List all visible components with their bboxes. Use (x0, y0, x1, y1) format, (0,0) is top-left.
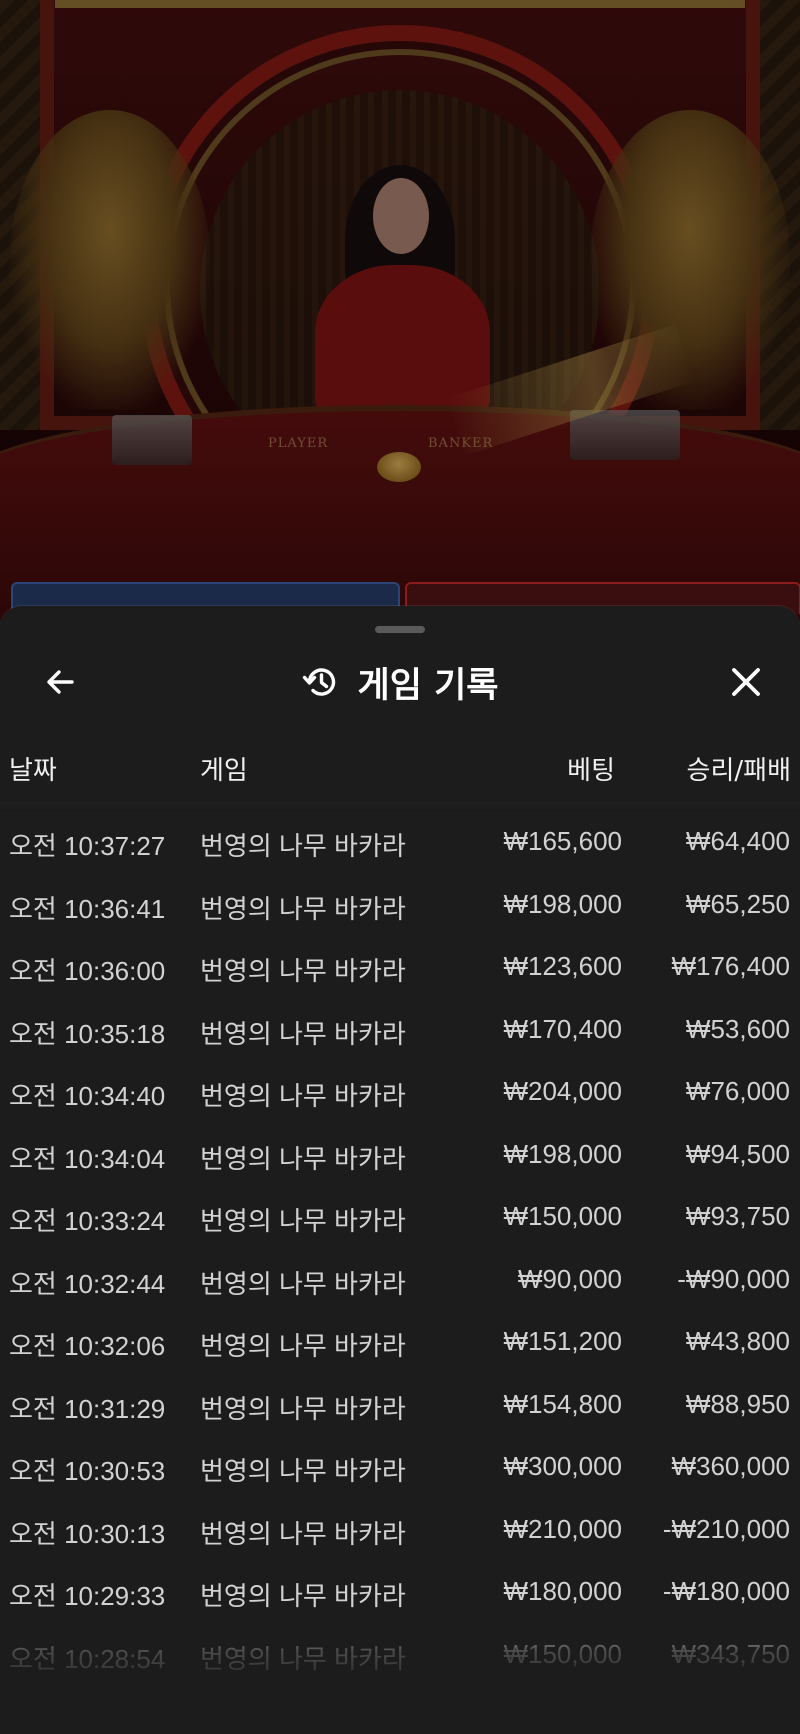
row-game: 번영의 나무 바카라 (200, 893, 406, 924)
history-row[interactable]: 오전 10:33:24 번영의 나무 바카라 ₩150,000 ₩93,750 (0, 1187, 800, 1249)
row-time: 오전 10:34:40 (9, 1081, 166, 1111)
row-bet: ₩198,000 (503, 888, 622, 919)
sheet-drag-handle[interactable] (375, 626, 425, 633)
row-time: 오전 10:35:18 (9, 1018, 166, 1049)
row-result: -₩90,000 (677, 1263, 790, 1294)
row-result: ₩343,750 (671, 1638, 790, 1669)
table-header: 날짜 게임 베팅 승리/패배 (0, 736, 800, 796)
row-game: 번영의 나무 바카라 (200, 1206, 406, 1236)
row-game: 번영의 나무 바카라 (200, 1393, 406, 1424)
row-time: 오전 10:31:29 (9, 1393, 166, 1424)
history-row[interactable]: 오전 10:34:04 번영의 나무 바카라 ₩198,000 ₩94,500 (0, 1125, 800, 1187)
row-result: ₩360,000 (671, 1451, 790, 1481)
row-time: 오전 10:36:00 (9, 956, 166, 986)
title-group: 게임 기록 (0, 654, 800, 710)
column-header-game[interactable]: 게임 (200, 750, 248, 787)
row-result: -₩180,000 (662, 1576, 790, 1606)
row-result: -₩210,000 (662, 1513, 790, 1544)
row-game: 번영의 나무 바카라 (200, 1081, 406, 1111)
column-header-date[interactable]: 날짜 (9, 750, 57, 787)
row-time: 오전 10:33:24 (9, 1206, 166, 1236)
row-time: 오전 10:30:13 (9, 1518, 166, 1549)
row-game: 번영의 나무 바카라 (200, 1456, 406, 1486)
row-bet: ₩210,000 (503, 1513, 622, 1544)
row-time: 오전 10:34:04 (9, 1143, 166, 1174)
row-result: ₩53,600 (685, 1013, 790, 1044)
row-result: ₩94,500 (685, 1138, 790, 1169)
row-game: 번영의 나무 바카라 (200, 1143, 406, 1174)
row-game: 번영의 나무 바카라 (200, 956, 406, 986)
row-game: 번영의 나무 바카라 (200, 1268, 406, 1299)
history-list: 오전 10:37:27 번영의 나무 바카라 ₩165,600 ₩64,400 … (0, 812, 800, 1692)
close-icon (732, 668, 760, 696)
row-result: ₩93,750 (685, 1201, 790, 1231)
row-time: 오전 10:28:54 (9, 1643, 166, 1674)
close-button[interactable] (714, 654, 778, 710)
row-game: 번영의 나무 바카라 (200, 1581, 406, 1611)
row-time: 오전 10:30:53 (9, 1456, 166, 1486)
history-row[interactable]: 오전 10:36:00 번영의 나무 바카라 ₩123,600 ₩176,400 (0, 937, 800, 999)
row-bet: ₩170,400 (503, 1013, 622, 1044)
row-bet: ₩154,800 (503, 1388, 622, 1419)
row-result: ₩64,400 (685, 826, 790, 856)
video-dim-overlay (0, 0, 800, 620)
history-row[interactable]: 오전 10:37:27 번영의 나무 바카라 ₩165,600 ₩64,400 (0, 812, 800, 874)
row-bet: ₩123,600 (503, 951, 622, 981)
history-row[interactable]: 오전 10:31:29 번영의 나무 바카라 ₩154,800 ₩88,950 (0, 1375, 800, 1437)
row-game: 번영의 나무 바카라 (200, 1518, 406, 1549)
row-bet: ₩150,000 (503, 1638, 622, 1669)
row-result: ₩65,250 (685, 888, 790, 919)
row-bet: ₩150,000 (503, 1201, 622, 1231)
history-row[interactable]: 오전 10:30:53 번영의 나무 바카라 ₩300,000 ₩360,000 (0, 1437, 800, 1499)
row-game: 번영의 나무 바카라 (200, 831, 406, 861)
history-row[interactable]: 오전 10:28:54 번영의 나무 바카라 ₩150,000 ₩343,750 (0, 1625, 800, 1687)
header-divider (0, 802, 800, 812)
row-bet: ₩90,000 (517, 1263, 622, 1294)
row-result: ₩43,800 (685, 1326, 790, 1356)
row-game: 번영의 나무 바카라 (200, 1331, 406, 1361)
sheet-title: 게임 기록 (357, 665, 499, 706)
row-result: ₩88,950 (685, 1388, 790, 1419)
history-row[interactable]: 오전 10:30:13 번영의 나무 바카라 ₩210,000 -₩210,00… (0, 1500, 800, 1562)
history-icon (302, 668, 335, 696)
row-bet: ₩180,000 (503, 1576, 622, 1606)
row-game: 번영의 나무 바카라 (200, 1018, 406, 1049)
row-result: ₩176,400 (671, 951, 790, 981)
game-screen: PLAYER BANKER 게임 기록 (0, 0, 800, 1734)
history-row[interactable]: 오전 10:34:40 번영의 나무 바카라 ₩204,000 ₩76,000 (0, 1062, 800, 1124)
live-dealer-video: PLAYER BANKER (0, 0, 800, 620)
history-row[interactable]: 오전 10:35:18 번영의 나무 바카라 ₩170,400 ₩53,600 (0, 1000, 800, 1062)
row-bet: ₩165,600 (503, 826, 622, 856)
sheet-header: 게임 기록 (0, 646, 800, 714)
row-game: 번영의 나무 바카라 (200, 1643, 406, 1674)
game-history-sheet: 게임 기록 날짜 게임 베팅 승리/패배 오전 10:37:27 번영의 나무 … (0, 606, 800, 1734)
history-row[interactable]: 오전 10:32:06 번영의 나무 바카라 ₩151,200 ₩43,800 (0, 1312, 800, 1374)
column-header-result[interactable]: 승리/패배 (687, 750, 791, 787)
row-bet: ₩151,200 (503, 1326, 622, 1356)
history-row[interactable]: 오전 10:29:33 번영의 나무 바카라 ₩180,000 -₩180,00… (0, 1562, 800, 1624)
row-result: ₩76,000 (685, 1076, 790, 1106)
row-time: 오전 10:29:33 (9, 1581, 166, 1611)
row-bet: ₩198,000 (503, 1138, 622, 1169)
row-time: 오전 10:32:44 (9, 1268, 166, 1299)
row-time: 오전 10:32:06 (9, 1331, 166, 1361)
history-row[interactable]: 오전 10:36:41 번영의 나무 바카라 ₩198,000 ₩65,250 (0, 875, 800, 937)
row-time: 오전 10:36:41 (9, 893, 166, 924)
column-header-bet[interactable]: 베팅 (567, 750, 615, 787)
row-time: 오전 10:37:27 (9, 831, 166, 861)
history-row[interactable]: 오전 10:32:44 번영의 나무 바카라 ₩90,000 -₩90,000 (0, 1250, 800, 1312)
row-bet: ₩300,000 (503, 1451, 622, 1481)
row-bet: ₩204,000 (503, 1076, 622, 1106)
